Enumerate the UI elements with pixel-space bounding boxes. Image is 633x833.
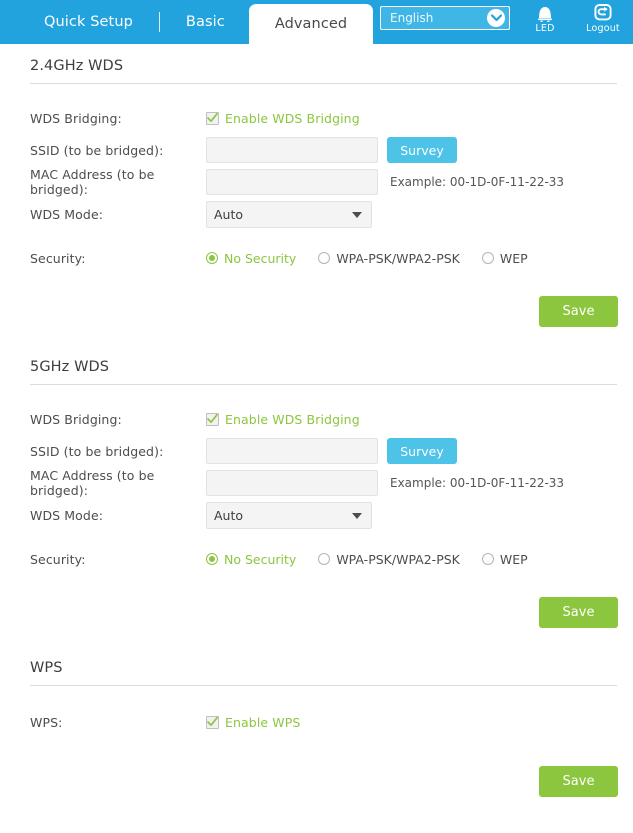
section-title-wds-24ghz: 2.4GHz WDS	[30, 58, 124, 74]
mac-address-input-24[interactable]	[206, 169, 378, 195]
security-radio-group-24: No Security WPA-PSK/WPA2-PSK WEP	[206, 251, 550, 266]
row-mac-5: MAC Address (to be bridged): Example: 00…	[14, 467, 619, 499]
tab-advanced[interactable]: Advanced	[248, 4, 374, 44]
save-row-5: Save	[14, 597, 619, 628]
wds-mode-select-5[interactable]: Auto	[206, 501, 372, 529]
row-security-5: Security: No Security WPA-PSK/WPA2-PSK W…	[14, 543, 619, 575]
mac-address-input-5[interactable]	[206, 470, 378, 496]
radio-dot-icon	[206, 553, 218, 565]
tab-quick-setup[interactable]: Quick Setup	[20, 0, 157, 44]
logout-label: Logout	[586, 23, 620, 34]
security-radio-group-5: No Security WPA-PSK/WPA2-PSK WEP	[206, 552, 550, 567]
label-wds-mode-24: WDS Mode:	[30, 206, 104, 222]
page-content: 2.4GHz WDS WDS Bridging: Enable WDS Brid…	[0, 44, 633, 797]
label-mac-5: MAC Address (to be bridged):	[30, 468, 155, 498]
checkbox-label-enable-wds-bridging-5: Enable WDS Bridging	[225, 411, 360, 427]
section-title-wds-5ghz: 5GHz WDS	[30, 359, 110, 375]
led-button[interactable]: LED	[523, 1, 567, 34]
radio-label-wep-24: WEP	[499, 250, 528, 266]
checkmark-icon	[206, 111, 219, 125]
tab-separator	[158, 12, 160, 32]
label-security-24: Security:	[30, 250, 86, 266]
save-row-wps: Save	[14, 766, 619, 797]
label-ssid-5: SSID (to be bridged):	[30, 443, 164, 459]
radio-dot-icon	[318, 553, 331, 565]
wps-rows: WPS: Enable WPS Save	[14, 686, 619, 797]
wds5-rows: WDS Bridging: Enable WDS Bridging SSID (…	[14, 385, 619, 628]
radio-label-no-security-5: No Security	[224, 551, 297, 567]
survey-button-5[interactable]: Survey	[387, 438, 457, 464]
led-label: LED	[535, 23, 555, 34]
radio-dot-icon	[318, 252, 331, 264]
row-mac-24: MAC Address (to be bridged): Example: 00…	[14, 166, 619, 198]
mac-hint-5: Example: 00-1D-0F-11-22-33	[390, 476, 565, 490]
radio-wep-5[interactable]: WEP	[481, 551, 528, 567]
radio-dot-icon	[206, 252, 218, 264]
radio-no-security-24[interactable]: No Security	[206, 251, 296, 266]
language-selector[interactable]: English	[380, 6, 510, 30]
row-wds-mode-24: WDS Mode: Auto	[14, 198, 619, 230]
row-wds-mode-5: WDS Mode: Auto	[14, 499, 619, 531]
ssid-input-5[interactable]	[206, 438, 378, 464]
label-wds-bridging-24: WDS Bridging:	[30, 110, 122, 126]
checkbox-enable-wps[interactable]: Enable WPS	[206, 715, 300, 730]
save-button-5[interactable]: Save	[539, 597, 618, 628]
checkbox-label-enable-wps: Enable WPS	[225, 714, 301, 730]
checkbox-enable-wds-bridging-24[interactable]: Enable WDS Bridging	[206, 111, 360, 126]
label-security-5: Security:	[30, 551, 86, 567]
main-tabs: Quick Setup Basic Advanced	[0, 0, 374, 44]
logout-icon	[593, 1, 613, 22]
save-button-24[interactable]: Save	[539, 296, 618, 327]
section-wds-24ghz: 2.4GHz WDS WDS Bridging: Enable WDS Brid…	[14, 44, 619, 327]
radio-wpa-psk-24[interactable]: WPA-PSK/WPA2-PSK	[318, 251, 460, 266]
header-icon-group: LED Logout	[523, 1, 625, 34]
tab-basic[interactable]: Basic	[162, 0, 249, 44]
section-wds-5ghz: 5GHz WDS WDS Bridging: Enable WDS Bridgi…	[14, 327, 619, 628]
section-title-wps: WPS	[30, 660, 63, 676]
radio-wep-24[interactable]: WEP	[481, 250, 528, 266]
radio-wpa-psk-5[interactable]: WPA-PSK/WPA2-PSK	[318, 552, 460, 567]
row-ssid-5: SSID (to be bridged): Survey	[14, 435, 619, 467]
row-wds-bridging-24: WDS Bridging: Enable WDS Bridging	[14, 102, 619, 134]
save-button-wps[interactable]: Save	[539, 766, 618, 797]
ssid-input-24[interactable]	[206, 137, 378, 163]
chevron-down-icon	[487, 9, 505, 27]
logout-button[interactable]: Logout	[581, 1, 625, 34]
radio-label-wpa-psk-24: WPA-PSK/WPA2-PSK	[336, 250, 460, 266]
top-header: Quick Setup Basic Advanced English LED L…	[0, 0, 633, 44]
survey-button-24[interactable]: Survey	[387, 137, 457, 163]
save-row-24: Save	[14, 296, 619, 327]
language-selected-label: English	[390, 11, 434, 25]
label-wps: WPS:	[30, 714, 63, 730]
label-ssid-24: SSID (to be bridged):	[30, 142, 164, 158]
radio-dot-icon	[481, 553, 494, 565]
checkbox-enable-wds-bridging-5[interactable]: Enable WDS Bridging	[206, 412, 360, 427]
label-wds-mode-5: WDS Mode:	[30, 507, 104, 523]
radio-no-security-5[interactable]: No Security	[206, 552, 296, 567]
row-ssid-24: SSID (to be bridged): Survey	[14, 134, 619, 166]
radio-label-wpa-psk-5: WPA-PSK/WPA2-PSK	[336, 551, 460, 567]
label-mac-24: MAC Address (to be bridged):	[30, 167, 155, 197]
wds24-rows: WDS Bridging: Enable WDS Bridging SSID (…	[14, 84, 619, 327]
section-wps: WPS WPS: Enable WPS Save	[14, 628, 619, 797]
row-wps: WPS: Enable WPS	[14, 706, 619, 738]
radio-dot-icon	[481, 252, 494, 264]
wds-mode-select-24[interactable]: Auto	[206, 200, 372, 228]
row-wds-bridging-5: WDS Bridging: Enable WDS Bridging	[14, 403, 619, 435]
checkmark-icon	[206, 715, 219, 729]
led-icon	[535, 1, 555, 22]
checkbox-label-enable-wds-bridging-24: Enable WDS Bridging	[225, 110, 360, 126]
mac-hint-24: Example: 00-1D-0F-11-22-33	[390, 175, 565, 189]
radio-label-wep-5: WEP	[499, 551, 528, 567]
label-wds-bridging-5: WDS Bridging:	[30, 411, 122, 427]
row-security-24: Security: No Security WPA-PSK/WPA2-PSK W…	[14, 242, 619, 274]
checkmark-icon	[206, 412, 219, 426]
radio-label-no-security-24: No Security	[224, 250, 297, 266]
